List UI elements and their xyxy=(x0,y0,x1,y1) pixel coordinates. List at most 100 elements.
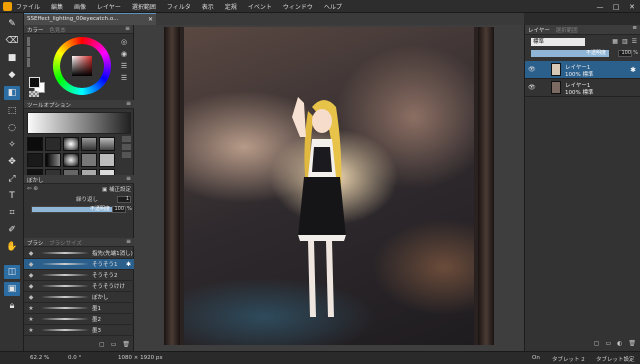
color-mode-icon[interactable]: ◉ xyxy=(117,50,131,59)
menu-window[interactable]: ウィンドウ xyxy=(283,2,313,11)
brush-menu-icon[interactable]: ≡ xyxy=(126,238,131,245)
delete-brush-icon[interactable]: 🗑︎ xyxy=(122,341,130,348)
layer-lock-icon[interactable]: ▦ xyxy=(612,38,618,45)
correction-checkbox[interactable]: ▣ 補正設定 xyxy=(102,185,131,193)
repeat-input[interactable]: 1 xyxy=(117,195,131,203)
eraser-tool-icon[interactable]: ⌫ xyxy=(4,34,20,48)
blur-menu-icon[interactable]: ≡ xyxy=(126,175,131,182)
menu-edit[interactable]: 編集 xyxy=(51,2,63,11)
menu-layer[interactable]: レイヤー xyxy=(97,2,121,11)
layer-list-icon[interactable]: ☰ xyxy=(632,38,637,45)
rect-tool-icon[interactable]: ■ xyxy=(4,51,20,65)
opacity-input[interactable]: 100 xyxy=(112,205,126,213)
layer-tab[interactable]: レイヤー xyxy=(528,28,550,34)
brush-item[interactable]: ◆ そうそう2 xyxy=(24,270,134,281)
menu-file[interactable]: ファイル xyxy=(16,2,40,11)
menu-image[interactable]: 画像 xyxy=(74,2,86,11)
brush-item[interactable]: ★ 墨3 xyxy=(24,325,134,336)
color-mode-buttons[interactable] xyxy=(27,37,30,67)
minimize-button[interactable]: — xyxy=(592,0,608,13)
color-list-icon[interactable]: ☰ xyxy=(117,62,131,71)
delete-layer-icon[interactable]: 🗑︎ xyxy=(628,340,636,347)
layer-menu-icon[interactable]: ≡ xyxy=(632,25,637,31)
gear-icon[interactable]: ✱ xyxy=(630,66,636,74)
menu-filter[interactable]: フィルタ xyxy=(167,2,191,11)
brush-tab[interactable]: ブラシ xyxy=(27,241,43,247)
lock-icon[interactable]: 🔒︎ xyxy=(4,299,20,313)
transform-tool-icon[interactable]: ⤢ xyxy=(4,172,20,186)
brush-item[interactable]: ◆ 指先(先端1消し) xyxy=(24,248,134,259)
layer-clip-icon[interactable]: ▥ xyxy=(622,38,628,45)
brush-shape[interactable] xyxy=(63,137,79,151)
maximize-button[interactable]: □ xyxy=(608,0,624,13)
brush-shape[interactable] xyxy=(81,137,97,151)
brush-item[interactable]: ◆ そうそうけけ xyxy=(24,281,134,292)
opacity-slider[interactable]: 不透明度 xyxy=(31,205,114,213)
transparent-color-swatch[interactable] xyxy=(29,91,39,97)
canvas-area[interactable] xyxy=(134,25,524,351)
brush-shape[interactable] xyxy=(99,153,115,167)
magic-wand-icon[interactable]: ✧ xyxy=(4,138,20,152)
brush-mode-icon[interactable]: ⇦ ⊚ xyxy=(27,186,38,192)
gear-icon[interactable]: ✱ xyxy=(126,261,131,268)
color-settings-icon[interactable]: ◎ xyxy=(117,38,131,47)
eyedropper-icon[interactable]: ✐ xyxy=(4,223,20,237)
new-brush-icon[interactable]: ▢ xyxy=(99,341,105,348)
visibility-icon[interactable]: 👁︎ xyxy=(528,84,536,91)
brush-shape[interactable] xyxy=(27,153,43,167)
scroll-end-button[interactable] xyxy=(122,152,131,158)
brush-shape[interactable] xyxy=(63,153,79,167)
brush-shape[interactable] xyxy=(27,137,43,151)
hand-tool-icon[interactable]: ✋ xyxy=(4,240,20,254)
tablet-settings[interactable]: タブレット設定 xyxy=(596,355,635,363)
layer-opacity-slider[interactable]: 不透明度 xyxy=(531,50,609,57)
move-tool-icon[interactable]: ✥ xyxy=(4,155,20,169)
brush-shape[interactable] xyxy=(45,153,61,167)
blur-tool-icon[interactable]: ◧ xyxy=(4,86,20,100)
zoom-readout[interactable]: 62.2 % xyxy=(30,355,49,361)
tab-close-icon[interactable]: ✕ xyxy=(148,16,153,23)
lasso-tool-icon[interactable]: ◌ xyxy=(4,121,20,135)
layer-opacity-input[interactable]: 100 xyxy=(618,50,632,57)
foreground-color-swatch[interactable] xyxy=(29,77,40,88)
quick-mask-icon[interactable]: ◫ xyxy=(4,265,20,279)
brush-shape[interactable] xyxy=(81,153,97,167)
new-layer-icon[interactable]: ▢ xyxy=(594,340,600,347)
snap-icon[interactable]: ▣ xyxy=(4,282,20,296)
menu-ruler[interactable]: 定規 xyxy=(225,2,237,11)
brush-item[interactable]: ◆ そうそう1 ✱ xyxy=(24,259,134,270)
menu-event[interactable]: イベント xyxy=(248,2,272,11)
canvas-artwork[interactable] xyxy=(184,27,474,345)
layer-mask-icon[interactable]: ◐ xyxy=(617,340,622,347)
hue-wheel[interactable] xyxy=(53,37,111,95)
angle-readout[interactable]: 0.0 ° xyxy=(68,355,81,361)
visibility-icon[interactable]: 👁︎ xyxy=(528,66,536,73)
panel-menu-icon[interactable]: ≡ xyxy=(125,25,130,32)
brush-shape[interactable] xyxy=(45,137,61,151)
pen-tool-icon[interactable]: ✎ xyxy=(4,17,20,31)
tool-option-menu-icon[interactable]: ≡ xyxy=(126,100,131,107)
blend-mode-select[interactable]: 標準 xyxy=(531,38,585,46)
layer-row[interactable]: 👁︎ レイヤー1 100% 標準 ✱ xyxy=(525,61,640,79)
scroll-up-button[interactable] xyxy=(122,136,131,142)
scroll-down-button[interactable] xyxy=(122,144,131,150)
layer-row[interactable]: 👁︎ レイヤー1 100% 標準 xyxy=(525,79,640,97)
close-button[interactable]: ✕ xyxy=(624,0,640,13)
menu-selection[interactable]: 選択範囲 xyxy=(132,2,156,11)
menu-help[interactable]: ヘルプ xyxy=(324,2,342,11)
brush-item[interactable]: ◆ ぼかし xyxy=(24,292,134,303)
menu-view[interactable]: 表示 xyxy=(202,2,214,11)
brush-size-tab[interactable]: ブラシサイズ xyxy=(49,241,82,247)
select-tool-icon[interactable]: ⬚ xyxy=(4,104,20,118)
layer-folder-icon[interactable]: ▭ xyxy=(605,340,611,347)
selection-tab[interactable]: 選択範囲 xyxy=(556,28,578,34)
brush-folder-icon[interactable]: ▭ xyxy=(111,341,117,348)
fill-tool-icon[interactable]: ◆ xyxy=(4,68,20,82)
brush-item[interactable]: ★ 墨2 xyxy=(24,314,134,325)
brush-shape[interactable] xyxy=(99,137,115,151)
crop-tool-icon[interactable]: ⌗ xyxy=(4,206,20,220)
saturation-value-square[interactable] xyxy=(72,56,92,76)
brush-item[interactable]: ★ 墨1 xyxy=(24,303,134,314)
color-menu-icon[interactable]: ☰ xyxy=(117,74,131,83)
document-tab[interactable]: SSEffect_lighting_00eyecatch.o... ✕ xyxy=(24,13,156,25)
